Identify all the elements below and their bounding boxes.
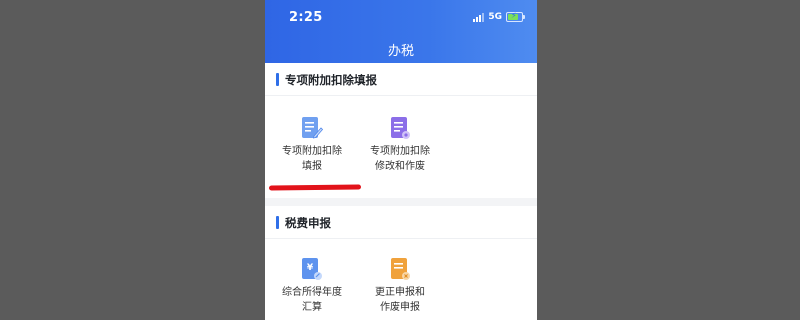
document-cancel-icon xyxy=(391,258,410,280)
section-accent-bar xyxy=(276,216,279,229)
tile-label-line2: 作废申报 xyxy=(380,302,420,313)
section-title: 专项附加扣除填报 xyxy=(285,73,377,87)
app-header: 2:25 5G ⚡ 办税 xyxy=(265,0,537,63)
tile-label-line2: 修改和作废 xyxy=(375,161,425,172)
yuan-document-icon: ¥ xyxy=(302,258,322,280)
tile-label-line1: 综合所得年度 xyxy=(282,287,342,298)
document-settings-icon xyxy=(391,117,410,139)
tile-label-line2: 汇算 xyxy=(302,302,322,313)
battery-icon: ⚡ xyxy=(506,11,525,22)
page-title: 办税 xyxy=(387,44,414,59)
status-icons: 5G ⚡ xyxy=(473,11,525,22)
tile-annual-settlement[interactable]: ¥ 综合所得年度 汇算 xyxy=(265,257,362,315)
phone-screen: 2:25 5G ⚡ 办税 专项附加扣除填报 专项附加扣除 填报 专项附加扣除 修… xyxy=(265,0,537,320)
network-type: 5G xyxy=(488,12,502,22)
red-annotation-underline xyxy=(268,184,362,191)
tile-label-line1: 专项附加扣除 xyxy=(282,146,342,157)
tile-correct-cancel-filing[interactable]: 更正申报和 作废申报 xyxy=(350,257,450,315)
section-tax-filing: 税费申报 ¥ 综合所得年度 汇算 更正申报和 作废申报 xyxy=(265,206,537,320)
section-special-deduction: 专项附加扣除填报 专项附加扣除 填报 专项附加扣除 修改和作废 xyxy=(265,63,537,198)
tile-label-line1: 专项附加扣除 xyxy=(370,146,430,157)
tile-label-line2: 填报 xyxy=(302,161,322,172)
tile-deduction-modify[interactable]: 专项附加扣除 修改和作废 xyxy=(350,116,450,174)
document-edit-icon xyxy=(302,117,323,139)
section-accent-bar xyxy=(276,73,279,86)
tile-label-line1: 更正申报和 xyxy=(375,287,425,298)
signal-icon xyxy=(473,12,485,22)
status-time: 2:25 xyxy=(289,10,323,25)
section-title: 税费申报 xyxy=(285,216,331,230)
section-header: 专项附加扣除填报 xyxy=(265,63,537,96)
section-header: 税费申报 xyxy=(265,206,537,239)
svg-text:¥: ¥ xyxy=(307,263,314,273)
tile-deduction-fill[interactable]: 专项附加扣除 填报 xyxy=(265,116,362,174)
